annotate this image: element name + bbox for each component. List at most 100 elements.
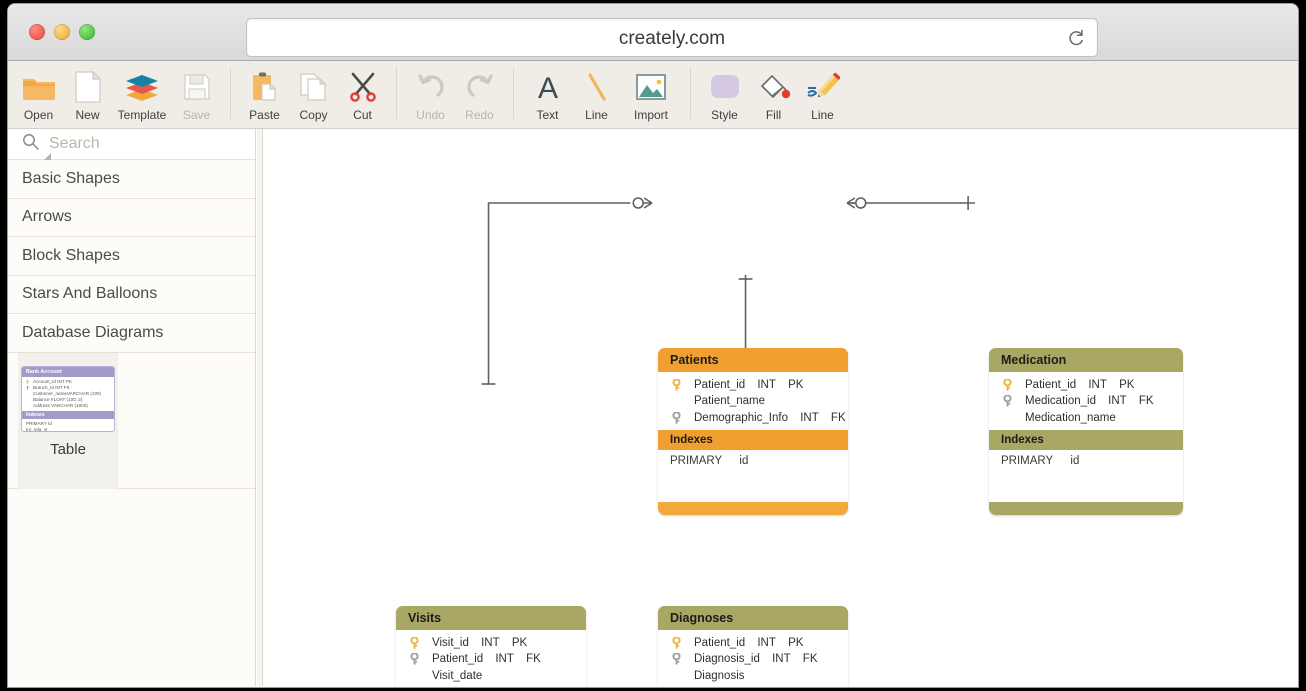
category-label: Database Diagrams — [22, 324, 163, 342]
field-type: INT — [757, 635, 776, 651]
field-name: Patient_id — [694, 377, 745, 393]
fk-key-icon — [410, 653, 419, 665]
toolbar-label: Cut — [353, 108, 372, 122]
er-table-patients[interactable]: Patients Patient_id INT PK Patient_name — [658, 348, 848, 515]
index-row: PRIMARY id — [658, 450, 848, 467]
toolbar-label: Save — [183, 108, 210, 122]
address-bar[interactable]: creately.com — [246, 18, 1098, 57]
toolbar-button-line-style[interactable]: Line — [798, 61, 847, 125]
field-key: PK — [1119, 377, 1134, 393]
toolbar-label: Line — [811, 108, 834, 122]
sidebar-category-arrows[interactable]: Arrows — [8, 199, 255, 238]
indexes-band: Indexes — [989, 430, 1183, 450]
sidebar-category-stars-and-balloons[interactable]: Stars And Balloons — [8, 276, 255, 315]
toolbar-button-undo[interactable]: Undo — [406, 61, 455, 125]
toolbar-label: New — [75, 108, 99, 122]
toolbar-button-open[interactable]: Open — [14, 61, 63, 125]
template-icon — [124, 67, 160, 107]
index-name: PRIMARY — [1001, 455, 1053, 467]
index-value: id — [1070, 455, 1079, 467]
toolbar-button-paste[interactable]: Paste — [240, 61, 289, 125]
thumbnail-title: Bank Account — [22, 367, 114, 377]
toolbar-button-cut[interactable]: Cut — [338, 61, 387, 125]
sidebar-category-block-shapes[interactable]: Block Shapes — [8, 237, 255, 276]
thumbnail-row-text: Customer_nameVARCHAR (100) — [33, 391, 101, 396]
table-field: Diagnosis — [658, 668, 848, 684]
close-button[interactable] — [29, 24, 45, 40]
toolbar-button-new[interactable]: New — [63, 61, 112, 125]
toolbar-label: Redo — [465, 108, 494, 122]
sidebar-category-basic-shapes[interactable]: Basic Shapes — [8, 160, 255, 199]
field-name: Comments — [432, 684, 488, 686]
er-table-visits[interactable]: Visits Visit_id INT PK — [396, 606, 586, 686]
minimize-button[interactable] — [54, 24, 70, 40]
field-name: Medication_name — [1025, 410, 1116, 426]
pk-key-icon — [410, 637, 419, 649]
toolbar-label: Import — [634, 108, 668, 122]
toolbar-button-template[interactable]: Template — [112, 61, 172, 125]
reload-icon[interactable] — [1065, 28, 1086, 49]
rounded-square-icon — [708, 67, 742, 107]
table-fields: Patient_id INT PK Patient_name Demograph… — [658, 372, 848, 430]
table-field: Visit_id INT PK — [396, 635, 586, 651]
table-field: Patient_id INT PK — [658, 377, 848, 393]
field-name: Demographic_Info — [694, 410, 788, 426]
er-table-diagnoses[interactable]: Diagnoses Patient_id INT PK — [658, 606, 848, 686]
category-label: Block Shapes — [22, 247, 120, 265]
svg-text:A: A — [537, 72, 557, 102]
thumbnail-index-row: Int_rela_yr — [26, 427, 110, 432]
field-name: Visit_date — [432, 668, 482, 684]
diagram-canvas[interactable]: Patients Patient_id INT PK Patient_name — [264, 129, 1298, 686]
thumbnail-row-text: Address VARCHAR (1000) — [33, 403, 88, 408]
toolbar-separator — [396, 67, 397, 119]
table-header: Medication — [989, 348, 1183, 372]
toolbar-button-save[interactable]: Save — [172, 61, 221, 125]
toolbar-label: Paste — [249, 108, 280, 122]
search-input[interactable] — [49, 135, 239, 153]
field-name: Patient_id — [1025, 377, 1076, 393]
toolbar-separator — [690, 67, 691, 119]
field-name: Visit_id — [432, 635, 469, 651]
toolbar-button-line[interactable]: Line — [572, 61, 621, 125]
sidebar-category-database-diagrams[interactable]: Database Diagrams — [8, 314, 255, 353]
table-header: Visits — [396, 606, 586, 630]
table-field: Demographic_Info INT FK — [658, 410, 848, 426]
shape-item-label: Table — [50, 441, 86, 458]
index-name: PRIMARY — [670, 455, 722, 467]
pk-key-icon — [1003, 379, 1012, 391]
toolbar-button-import[interactable]: Import — [621, 61, 681, 125]
field-type: INT — [772, 651, 791, 667]
zoom-button[interactable] — [79, 24, 95, 40]
toolbar-button-fill[interactable]: Fill — [749, 61, 798, 125]
toolbar-button-redo[interactable]: Redo — [455, 61, 504, 125]
thumbnail-row-text: Balance FLOAT (100, 2) — [33, 397, 82, 402]
field-type: INT — [800, 410, 819, 426]
scissors-icon — [347, 67, 379, 107]
field-type: INT — [757, 377, 776, 393]
field-name: Diagnosis — [694, 668, 745, 684]
shape-item-table[interactable]: Bank Account Account_Id INT PK — [18, 353, 118, 489]
diagonal-line-icon — [584, 67, 610, 107]
field-key: PK — [788, 377, 803, 393]
field-type: INT — [495, 651, 514, 667]
field-type: INT — [1088, 377, 1107, 393]
crowsfoot-circle-patients-medication — [847, 198, 866, 208]
field-name: Patient_id — [694, 635, 745, 651]
field-key: FK — [831, 410, 846, 426]
table-footer — [989, 502, 1183, 515]
toolbar-label: Text — [536, 108, 558, 122]
toolbar-button-text[interactable]: A Text — [523, 61, 572, 125]
toolbar-label: Template — [118, 108, 167, 122]
copy-icon — [299, 67, 329, 107]
er-table-medication[interactable]: Medication Patient_id INT PK — [989, 348, 1183, 515]
field-key: PK — [788, 635, 803, 651]
indexes-band: Indexes — [658, 430, 848, 450]
table-field: Medication_name — [989, 410, 1183, 426]
toolbar-button-copy[interactable]: Copy — [289, 61, 338, 125]
search-row[interactable] — [8, 129, 255, 160]
toolbar-label: Undo — [416, 108, 445, 122]
table-field: Patient_name — [658, 393, 848, 409]
table-footer — [658, 502, 848, 515]
pk-key-icon — [26, 380, 29, 384]
toolbar-button-style[interactable]: Style — [700, 61, 749, 125]
